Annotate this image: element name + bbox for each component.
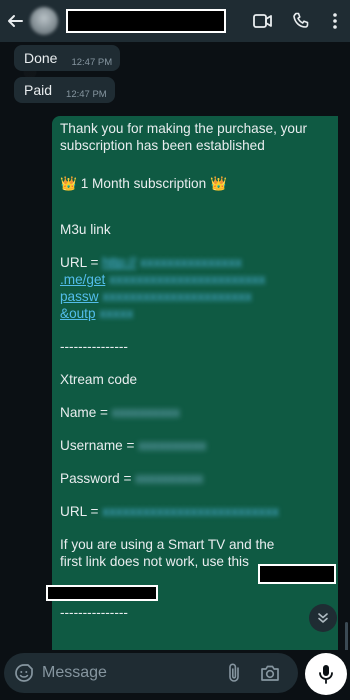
url-line: .me/get xxxxxxxxxxxxxxxxxxxxxxx xyxy=(60,271,330,288)
contact-name-redacted[interactable] xyxy=(66,9,226,33)
back-button[interactable] xyxy=(2,0,28,42)
username-blur: xxxxxxxxxx xyxy=(138,438,207,453)
voice-call-button[interactable] xyxy=(282,0,320,42)
kebab-menu-icon xyxy=(333,13,337,29)
link-blur: xxxxxxxxxxxxxxxxxxxxxxx xyxy=(109,272,266,287)
m3u-link[interactable]: http:// xyxy=(102,255,136,270)
username-line: Username = xxxxxxxxxx xyxy=(60,437,330,454)
attach-button[interactable] xyxy=(216,653,252,693)
name-label: Name = xyxy=(60,405,108,420)
m3u-link[interactable]: passw xyxy=(60,289,99,304)
name-blur: xxxxxxxxxx xyxy=(111,405,180,420)
url2-line: URL = xxxxxxxxxxxxxxxxxxxxxxxxxx xyxy=(60,503,330,520)
sticker-emoji-icon xyxy=(15,664,33,682)
message-line: If you are using a Smart TV and the xyxy=(60,537,275,552)
crown-emoji: 👑 xyxy=(209,176,227,191)
crown-emoji: 👑 xyxy=(60,176,77,191)
link-blur: xxxxxxxxxxxxxxxxxxxxxx xyxy=(102,289,252,304)
name-line: Name = xxxxxxxxxx xyxy=(60,404,330,421)
arrow-left-icon xyxy=(8,15,23,27)
camera-icon xyxy=(261,665,279,681)
message-time: 12:47 PM xyxy=(71,56,113,68)
redaction-box xyxy=(258,564,336,584)
link-blur: xxxxx xyxy=(99,306,134,321)
m3u-link[interactable]: &outp xyxy=(60,306,96,321)
scroll-down-button[interactable] xyxy=(309,604,337,632)
password-label: Password = xyxy=(60,471,132,486)
camera-button[interactable] xyxy=(252,653,288,693)
url-label: URL = xyxy=(60,255,99,270)
password-line: Password = xxxxxxxxxx xyxy=(60,470,330,487)
redaction-box xyxy=(46,585,158,601)
message-line: subscription has been established xyxy=(60,138,265,153)
plan-text: 1 Month subscription xyxy=(80,176,207,191)
chat-area[interactable]: Done 12:47 PM Paid 12:47 PM Thank you fo… xyxy=(0,42,350,650)
link-blur: xxxxxxxxxxxxxxx xyxy=(139,255,242,270)
divider-text: --------------- xyxy=(60,339,128,354)
link-blur: xxxxxxxxxxxxxxxxxxxxxxxxxx xyxy=(102,504,279,519)
message-text: Paid xyxy=(24,82,53,98)
chevron-double-down-icon xyxy=(318,613,328,623)
message-input[interactable] xyxy=(42,664,212,682)
plan-line: 👑 1 Month subscription 👑 xyxy=(60,175,330,192)
xtream-heading: Xtream code xyxy=(60,372,138,387)
url-line: URL = http:// xxxxxxxxxxxxxxx xyxy=(60,254,330,271)
incoming-message[interactable]: Done 12:47 PM xyxy=(14,45,121,71)
contact-avatar[interactable] xyxy=(30,7,58,35)
url-line: passw xxxxxxxxxxxxxxxxxxxxxx xyxy=(60,288,330,305)
chat-header xyxy=(0,0,350,42)
username-label: Username = xyxy=(60,438,135,453)
scrollbar[interactable] xyxy=(345,622,348,650)
paperclip-icon xyxy=(229,663,239,682)
video-call-icon xyxy=(253,14,272,28)
message-field[interactable] xyxy=(4,653,298,693)
voice-message-button[interactable] xyxy=(305,653,347,695)
menu-button[interactable] xyxy=(320,0,350,42)
message-text: Done xyxy=(24,50,58,66)
url2-label: URL = xyxy=(60,504,99,519)
divider-text: --------------- xyxy=(60,605,128,620)
password-blur: xxxxxxxxxx xyxy=(135,471,204,486)
m3u-heading: M3u link xyxy=(60,222,111,237)
microphone-icon xyxy=(319,665,333,684)
message-line: Thank you for making the purchase, your xyxy=(60,121,308,136)
composer-bar xyxy=(0,650,350,700)
emoji-button[interactable] xyxy=(6,653,42,693)
phone-icon xyxy=(293,12,309,28)
incoming-message[interactable]: Paid 12:47 PM xyxy=(14,77,115,103)
url-line: &outp xxxxx xyxy=(60,305,330,322)
video-call-button[interactable] xyxy=(244,0,282,42)
message-time: 12:47 PM xyxy=(66,88,107,100)
m3u-link[interactable]: .me/get xyxy=(60,272,105,287)
